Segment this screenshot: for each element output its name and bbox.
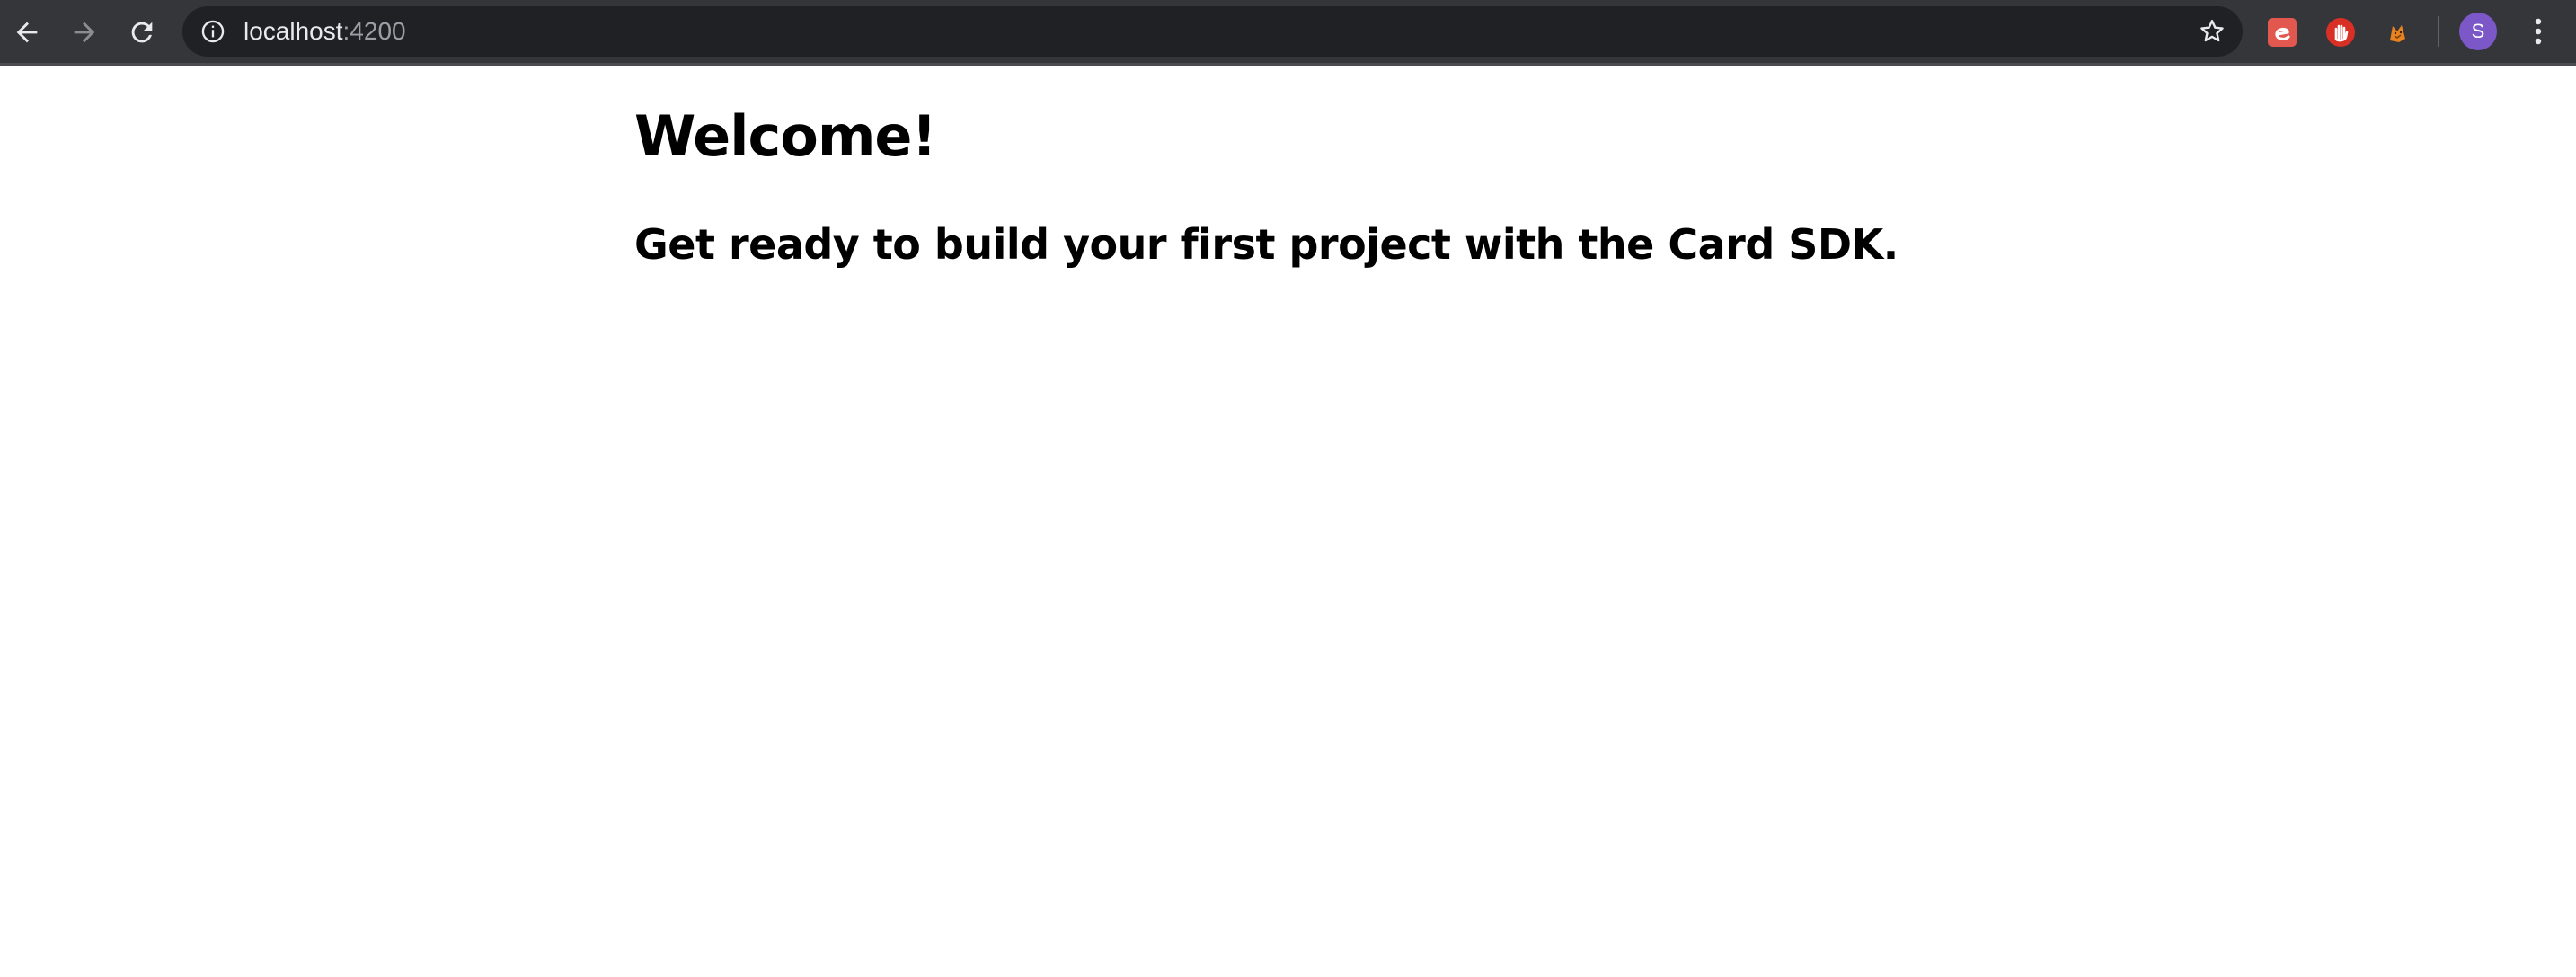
star-icon[interactable] xyxy=(2198,17,2226,46)
extension-e-icon xyxy=(2268,18,2297,47)
arrow-left-icon xyxy=(16,22,38,43)
profile-avatar[interactable]: S xyxy=(2459,13,2497,50)
url-port: :4200 xyxy=(342,17,406,45)
url-host: localhost xyxy=(243,17,343,45)
extension-hand-button[interactable] xyxy=(2325,17,2356,48)
back-button[interactable] xyxy=(5,11,49,54)
kebab-menu-icon xyxy=(2535,18,2542,45)
url-text[interactable]: localhost:4200 xyxy=(243,6,406,57)
browser-toolbar: localhost:4200 S xyxy=(0,0,2576,66)
page-content: Welcome! Get ready to build your first p… xyxy=(0,66,2576,977)
page-title: Welcome! xyxy=(634,103,937,169)
extension-fox-icon xyxy=(2390,25,2405,42)
extension-e-button[interactable] xyxy=(2267,17,2297,48)
toolbar-divider xyxy=(2438,16,2439,47)
reload-button[interactable] xyxy=(120,11,164,54)
arrow-right-icon xyxy=(74,22,95,43)
info-icon[interactable] xyxy=(200,19,226,44)
browser-menu-button[interactable] xyxy=(2521,14,2555,49)
forward-button[interactable] xyxy=(63,11,106,54)
reload-icon xyxy=(131,22,153,43)
page-subtitle: Get ready to build your first project wi… xyxy=(634,220,1899,269)
extension-fox-button[interactable] xyxy=(2383,17,2413,48)
address-bar[interactable]: localhost:4200 xyxy=(182,6,2243,57)
extension-hand-icon xyxy=(2326,18,2355,47)
